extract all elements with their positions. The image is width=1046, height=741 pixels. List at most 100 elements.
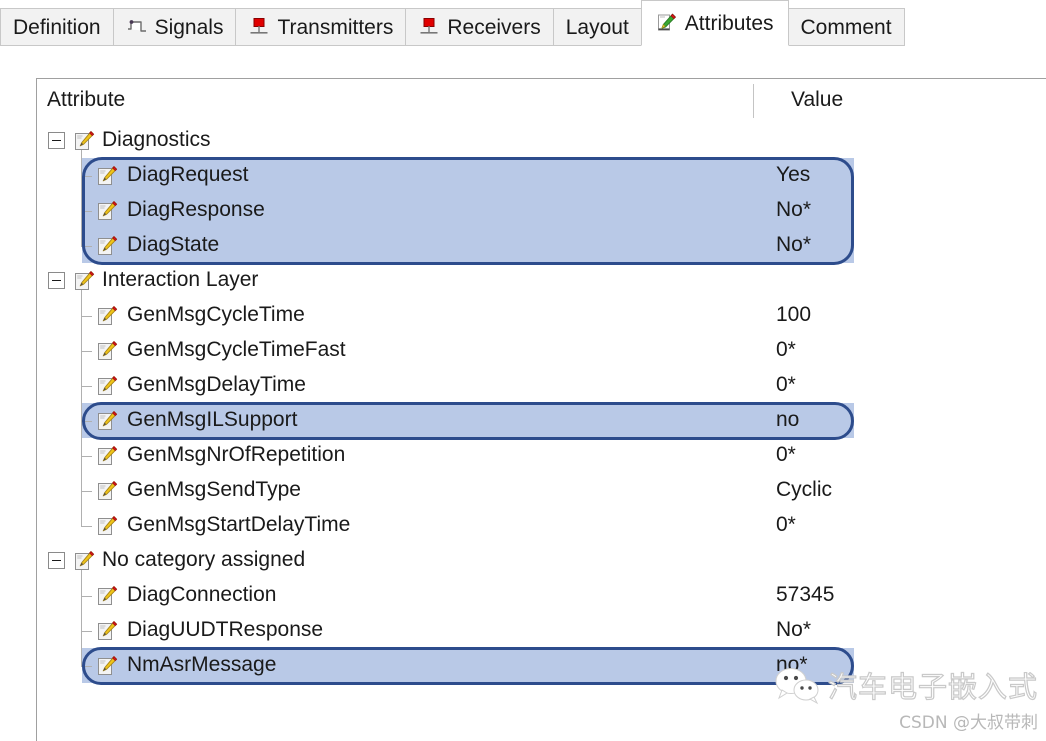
collapse-minus-icon[interactable] — [48, 272, 65, 289]
note-pencil-icon — [74, 270, 95, 292]
row-content: GenMsgSendType Cyclic — [37, 473, 1046, 508]
note-pencil-icon — [97, 235, 118, 257]
row-content: Interaction Layer — [37, 263, 1046, 298]
signal-waveform-icon — [126, 16, 148, 38]
attribute-name: GenMsgStartDelayTime — [127, 513, 351, 536]
tab-label: Attributes — [684, 11, 774, 35]
column-header-attribute[interactable]: Attribute — [47, 88, 125, 112]
tree-item-row[interactable]: DiagResponse No* — [37, 193, 1046, 228]
network-node-icon — [248, 16, 270, 38]
tab-definition[interactable]: Definition — [0, 8, 114, 46]
attribute-value[interactable]: no — [776, 408, 799, 432]
tree-line — [81, 421, 92, 422]
tree-group-row[interactable]: No category assigned — [37, 543, 1046, 578]
attribute-value[interactable]: Cyclic — [776, 478, 832, 502]
tree-line — [81, 526, 92, 527]
tab-comment[interactable]: Comment — [787, 8, 905, 46]
note-pencil-icon — [97, 585, 118, 607]
tree-line — [81, 211, 92, 212]
tree-line — [81, 648, 82, 666]
row-content: NmAsrMessage no* — [37, 648, 1046, 683]
row-content: No category assigned — [37, 543, 1046, 578]
attribute-name: DiagRequest — [127, 163, 249, 186]
attribute-value[interactable]: No* — [776, 618, 811, 642]
tree-item-row[interactable]: GenMsgILSupport no — [37, 403, 1046, 438]
tree-item-row[interactable]: DiagUUDTResponse No* — [37, 613, 1046, 648]
tree-item-row[interactable]: NmAsrMessage no* — [37, 648, 1046, 683]
tree-group-row[interactable]: Interaction Layer — [37, 263, 1046, 298]
attribute-value[interactable]: 0* — [776, 513, 796, 537]
tree-item-row[interactable]: GenMsgNrOfRepetition 0* — [37, 438, 1046, 473]
attribute-name: NmAsrMessage — [127, 653, 277, 676]
attribute-value[interactable]: 0* — [776, 373, 796, 397]
note-pencil-icon — [97, 655, 118, 677]
attribute-name: Interaction Layer — [102, 268, 259, 291]
column-header-row: Attribute Value — [37, 79, 1046, 119]
tab-transmitters[interactable]: Transmitters — [235, 8, 407, 46]
attribute-name: DiagConnection — [127, 583, 277, 606]
tree-item-row[interactable]: GenMsgCycleTimeFast 0* — [37, 333, 1046, 368]
row-content: DiagConnection 57345 — [37, 578, 1046, 613]
tree-line — [81, 228, 82, 246]
collapse-minus-icon[interactable] — [48, 132, 65, 149]
tree-item-row[interactable]: DiagState No* — [37, 228, 1046, 263]
attributes-panel: Attribute Value Diagnostics DiagRequest Ye… — [36, 78, 1046, 741]
attribute-value[interactable]: no* — [776, 653, 808, 677]
attribute-name: GenMsgCycleTimeFast — [127, 338, 346, 361]
attribute-value[interactable]: 57345 — [776, 583, 834, 607]
attribute-name: Diagnostics — [102, 128, 211, 151]
note-pencil-icon — [97, 445, 118, 467]
tab-label: Signals — [154, 15, 224, 39]
tab-layout[interactable]: Layout — [552, 8, 642, 46]
attribute-value[interactable]: 100 — [776, 303, 811, 327]
tab-signals[interactable]: Signals — [112, 8, 237, 46]
attribute-name: GenMsgCycleTime — [127, 303, 305, 326]
attribute-value[interactable]: No* — [776, 233, 811, 257]
note-pencil-icon — [97, 410, 118, 432]
tree-line — [81, 666, 92, 667]
row-content: GenMsgCycleTime 100 — [37, 298, 1046, 333]
tree-item-row[interactable]: DiagRequest Yes — [37, 158, 1046, 193]
attribute-name: DiagResponse — [127, 198, 265, 221]
attribute-name: No category assigned — [102, 548, 306, 571]
tree-line — [81, 176, 92, 177]
row-content: DiagState No* — [37, 228, 1046, 263]
note-pencil-icon — [97, 480, 118, 502]
attribute-value[interactable]: 0* — [776, 443, 796, 467]
tab-bar: Definition Signals Transmitters Receivers La… — [0, 0, 1046, 46]
note-pencil-icon — [97, 375, 118, 397]
tree-item-row[interactable]: GenMsgStartDelayTime 0* — [37, 508, 1046, 543]
tree-line — [81, 508, 82, 526]
tab-receivers[interactable]: Receivers — [405, 8, 554, 46]
attribute-name: DiagState — [127, 233, 220, 256]
tree-item-row[interactable]: GenMsgDelayTime 0* — [37, 368, 1046, 403]
tree-line — [81, 456, 92, 457]
collapse-minus-icon[interactable] — [48, 552, 65, 569]
column-header-value[interactable]: Value — [791, 88, 843, 112]
row-content: GenMsgStartDelayTime 0* — [37, 508, 1046, 543]
attribute-value[interactable]: No* — [776, 198, 811, 222]
note-pencil-icon — [97, 340, 118, 362]
tree-group-row[interactable]: Diagnostics — [37, 123, 1046, 158]
tree-item-row[interactable]: DiagConnection 57345 — [37, 578, 1046, 613]
tab-attributes[interactable]: Attributes — [640, 0, 789, 46]
tree-line — [81, 316, 92, 317]
column-divider[interactable] — [753, 84, 754, 118]
attribute-name: GenMsgDelayTime — [127, 373, 306, 396]
note-pencil-icon — [97, 165, 118, 187]
attribute-value[interactable]: Yes — [776, 163, 810, 187]
tab-label: Definition — [13, 15, 101, 39]
tab-label: Comment — [800, 15, 892, 39]
note-pencil-icon — [74, 550, 95, 572]
tree-item-row[interactable]: GenMsgSendType Cyclic — [37, 473, 1046, 508]
attribute-value[interactable]: 0* — [776, 338, 796, 362]
attribute-name: GenMsgNrOfRepetition — [127, 443, 346, 466]
tab-label: Receivers — [447, 15, 541, 39]
note-pencil-icon — [97, 515, 118, 537]
network-node-icon — [418, 16, 440, 38]
attribute-name: GenMsgILSupport — [127, 408, 298, 431]
tree-item-row[interactable]: GenMsgCycleTime 100 — [37, 298, 1046, 333]
attribute-name: DiagUUDTResponse — [127, 618, 324, 641]
tab-label: Layout — [565, 15, 629, 39]
row-content: DiagResponse No* — [37, 193, 1046, 228]
